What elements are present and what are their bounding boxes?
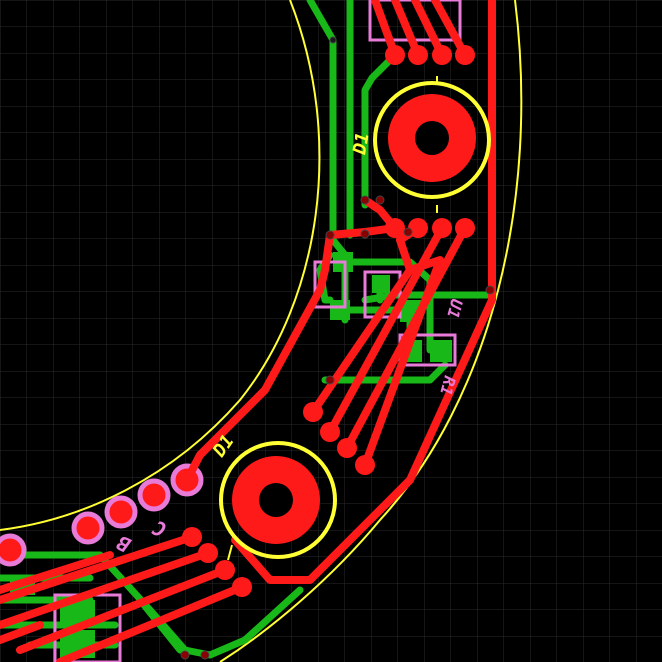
led-lower (219, 441, 337, 561)
pad-diag-4 (355, 455, 375, 475)
via-7 (325, 375, 335, 385)
via-8 (485, 285, 495, 295)
smd-pad-5 (430, 340, 452, 362)
via-4 (325, 230, 335, 240)
via-1 (329, 36, 337, 44)
via-3 (375, 195, 385, 205)
via-2 (360, 195, 370, 205)
via-6 (403, 227, 413, 237)
via-9 (180, 650, 190, 660)
pad-left-2 (198, 543, 218, 563)
pad-mid-3 (432, 218, 452, 238)
label-led-upper: D1 (349, 131, 374, 157)
header-pad-4 (71, 511, 105, 545)
pad-left-1 (182, 527, 202, 547)
header-pad-5 (0, 533, 27, 567)
pad-diag-2 (320, 422, 340, 442)
led-lower-hole (259, 483, 293, 517)
pad-diag-1 (303, 402, 323, 422)
pad-top-2 (408, 45, 428, 65)
pad-top-4 (455, 45, 475, 65)
pcb-canvas: D1 D1 U1 R1 B C (0, 0, 662, 662)
via-5 (360, 229, 370, 239)
pad-mid-4 (455, 218, 475, 238)
smd-pad-2 (330, 300, 350, 320)
pad-top-1 (385, 45, 405, 65)
led-upper-hole (415, 121, 449, 155)
pad-mid-1 (385, 218, 405, 238)
pad-diag-3 (337, 438, 357, 458)
header-pad-3 (104, 495, 138, 529)
via-10 (200, 650, 210, 660)
pad-top-3 (432, 45, 452, 65)
pad-left-3 (215, 560, 235, 580)
smd-pad-3 (372, 275, 390, 293)
header-pad-2 (137, 478, 171, 512)
pad-left-4 (232, 577, 252, 597)
